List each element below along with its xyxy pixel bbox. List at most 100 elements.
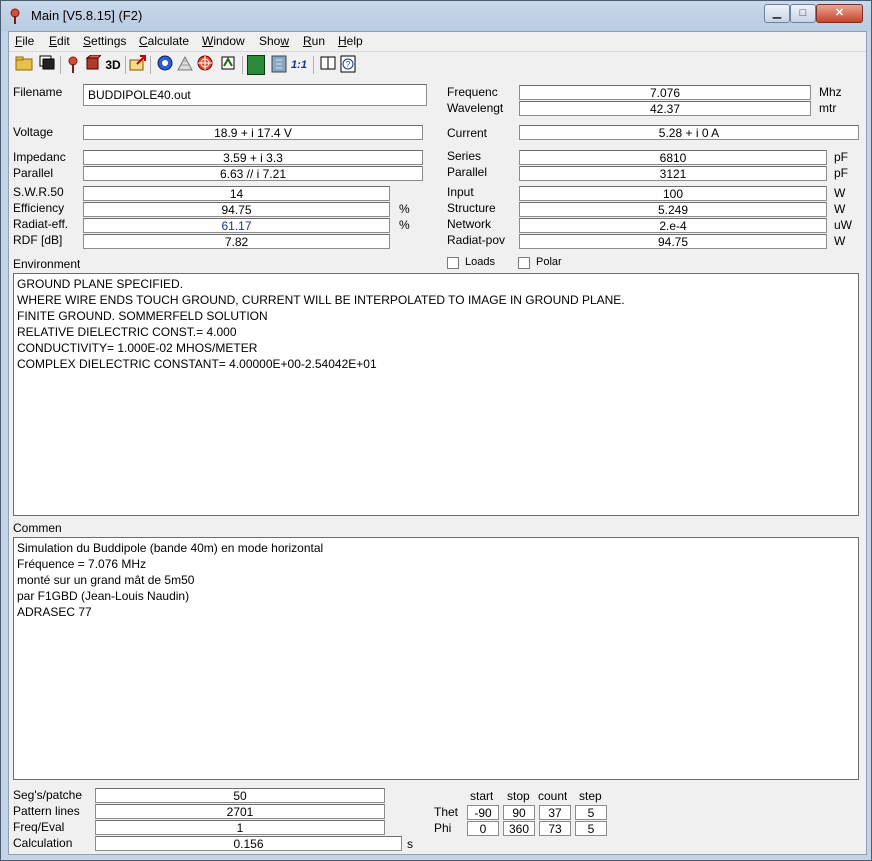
main-window: Main [V5.8.15] (F2) ▁ □ ✕ File Edit Settin… (0, 0, 872, 861)
impedance-label: Impedanc (13, 150, 66, 164)
voltage-field[interactable]: 18.9 + i 17.4 V (83, 125, 423, 140)
toolbar-separator (125, 56, 126, 74)
current-field[interactable]: 5.28 + i 0 A (519, 125, 859, 140)
comment-line: Simulation du Buddipole (bande 40m) en m… (17, 541, 324, 555)
calculator-icon[interactable] (247, 55, 265, 75)
parallel-z-label: Parallel (13, 166, 54, 180)
export-icon[interactable] (128, 55, 148, 75)
parallel-z-field[interactable]: 6.63 // i 7.21 (83, 166, 423, 181)
loads-checkbox[interactable] (447, 257, 459, 269)
toolbar-separator (150, 56, 151, 74)
series-field[interactable]: 6810 (519, 150, 827, 165)
comment-line: monté sur un grand mât de 5m50 (17, 573, 195, 587)
pattern-icon[interactable] (195, 55, 215, 75)
pattern-lines-label: Pattern lines (13, 804, 80, 818)
voltage-label: Voltage (13, 125, 54, 139)
menu-file[interactable]: File (15, 34, 34, 48)
series-label: Series (447, 149, 482, 163)
phi-start-field[interactable]: 0 (467, 821, 499, 836)
tuning-icon[interactable] (269, 55, 289, 75)
menu-settings[interactable]: Settings (83, 34, 126, 48)
rdf-field[interactable]: 7.82 (83, 234, 390, 249)
toolbar-separator (242, 56, 243, 74)
structure-unit: W (834, 202, 846, 216)
help-icon[interactable]: ? (338, 55, 358, 75)
minimize-button[interactable]: ▁ (764, 4, 790, 23)
phi-stop-field[interactable]: 360 (503, 821, 535, 836)
efficiency-unit: % (399, 202, 410, 216)
menu-bar: File Edit Settings Calculate Window Show Run He… (9, 32, 866, 52)
menu-calculate[interactable]: Calculate (139, 34, 189, 48)
segs-field[interactable]: 50 (95, 788, 385, 803)
theta-count-field[interactable]: 37 (539, 805, 571, 820)
app-antenna-icon (9, 8, 21, 24)
parallel-c-field[interactable]: 3121 (519, 166, 827, 181)
frequency-field[interactable]: 7.076 (519, 85, 811, 100)
input-field[interactable]: 100 (519, 186, 827, 201)
phi-step-field[interactable]: 5 (575, 821, 607, 836)
filename-field[interactable]: BUDDIPOLE40.out (83, 84, 427, 106)
phi-count-field[interactable]: 73 (539, 821, 571, 836)
menu-show[interactable]: Show (259, 34, 289, 48)
parallel-c-unit: pF (834, 166, 849, 180)
calculation-label: Calculation (13, 836, 73, 850)
rdf-label: RDF [dB] (13, 233, 63, 247)
menu-edit[interactable]: Edit (49, 34, 70, 48)
radiat-eff-field[interactable]: 61.17 (83, 218, 390, 233)
title-bar[interactable]: Main [V5.8.15] (F2) ▁ □ ✕ (1, 1, 871, 31)
radiat-pow-unit: W (834, 234, 846, 248)
network-field[interactable]: 2.e-4 (519, 218, 827, 233)
polar-checkbox[interactable] (518, 257, 530, 269)
close-button[interactable]: ✕ (816, 4, 863, 23)
farfield-icon[interactable] (155, 55, 175, 75)
calculation-field: 0.156 (95, 836, 402, 851)
toolbar-separator (313, 56, 314, 74)
freq-eval-field[interactable]: 1 (95, 820, 385, 835)
start-header: start (470, 789, 494, 803)
pattern-lines-field[interactable]: 2701 (95, 804, 385, 819)
comment-textarea[interactable]: Simulation du Buddipole (bande 40m) en m… (13, 537, 859, 780)
optimize-icon[interactable] (219, 55, 239, 75)
toolbar-separator (60, 56, 61, 74)
menu-help[interactable]: Help (338, 34, 363, 48)
efficiency-field[interactable]: 94.75 (83, 202, 390, 217)
comment-line: ADRASEC 77 (17, 605, 92, 619)
environment-line: FINITE GROUND. SOMMERFELD SOLUTION (17, 309, 268, 323)
client-area: File Edit Settings Calculate Window Show Run He… (8, 31, 867, 855)
freq-eval-label: Freq/Eval (13, 820, 65, 834)
environment-line: RELATIVE DIELECTRIC CONST.= 4.000 (17, 325, 237, 339)
radiat-eff-label: Radiat-eff. (13, 217, 69, 231)
environment-line: WHERE WIRE ENDS TOUCH GROUND, CURRENT WI… (17, 293, 625, 307)
scale-icon[interactable]: 1:1 (289, 55, 309, 75)
book-icon[interactable] (318, 55, 338, 75)
parallel-c-label: Parallel (447, 165, 488, 179)
calculation-unit: s (407, 837, 413, 851)
input-label: Input (447, 185, 474, 199)
network-label: Network (447, 217, 492, 231)
environment-line: COMPLEX DIELECTRIC CONSTANT= 4.00000E+00… (17, 357, 377, 371)
comment-line: Fréquence = 7.076 MHz (17, 557, 147, 571)
impedance-field[interactable]: 3.59 + i 3.3 (83, 150, 423, 165)
theta-step-field[interactable]: 5 (575, 805, 607, 820)
geometry-icon[interactable] (83, 54, 103, 75)
antenna-icon[interactable] (63, 55, 83, 75)
menu-window[interactable]: Window (202, 34, 245, 48)
theta-start-field[interactable]: -90 (467, 805, 499, 820)
environment-textarea[interactable]: GROUND PLANE SPECIFIED. WHERE WIRE ENDS T… (13, 273, 859, 516)
series-unit: pF (834, 150, 849, 164)
swr-field[interactable]: 14 (83, 186, 390, 201)
maximize-button[interactable]: □ (790, 4, 816, 23)
nearfield-icon[interactable] (175, 55, 195, 75)
wavelength-field[interactable]: 42.37 (519, 101, 811, 116)
copy-window-icon[interactable] (37, 55, 57, 75)
svg-text:?: ? (346, 60, 351, 69)
structure-field[interactable]: 5.249 (519, 202, 827, 217)
radiat-pow-field[interactable]: 94.75 (519, 234, 827, 249)
3d-icon[interactable]: 3D (103, 55, 123, 75)
open-folder-icon[interactable] (14, 55, 34, 75)
window-title: Main [V5.8.15] (F2) (31, 8, 143, 23)
theta-stop-field[interactable]: 90 (503, 805, 535, 820)
efficiency-label: Efficiency (13, 201, 65, 215)
menu-run[interactable]: Run (303, 34, 325, 48)
toolbar: 3D 1:1 ? (9, 52, 866, 80)
